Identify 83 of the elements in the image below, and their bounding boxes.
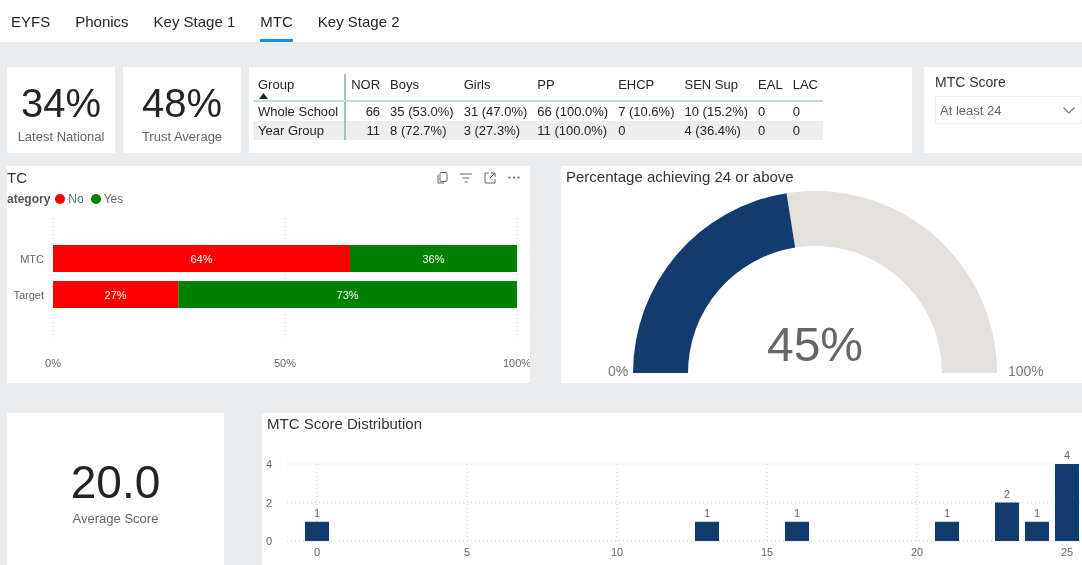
legend-label: No bbox=[68, 192, 84, 206]
table-cell: 10 (15.2%) bbox=[684, 104, 749, 119]
table-cell: 66 (100.0%) bbox=[537, 104, 609, 119]
table-cell: 35 (53.0%) bbox=[390, 104, 454, 119]
more-icon[interactable] bbox=[508, 176, 520, 179]
column-header[interactable]: Boys bbox=[390, 77, 419, 92]
axis-label: MTC bbox=[20, 253, 44, 265]
bar bbox=[785, 521, 809, 541]
chevron-down-icon bbox=[1063, 106, 1075, 114]
column-header[interactable]: LAC bbox=[792, 77, 818, 92]
tab[interactable]: Key Stage 2 bbox=[317, 0, 400, 42]
table-cell: 0 bbox=[792, 104, 800, 119]
table-cell: 7 (10.6%) bbox=[618, 104, 675, 119]
kpi-label: Trust Average bbox=[141, 128, 223, 144]
axis-label: Target bbox=[13, 289, 44, 301]
table-cell: 8 (72.7%) bbox=[390, 123, 447, 138]
tab[interactable]: Key Stage 1 bbox=[153, 0, 236, 42]
table-cell: 4 (36.4%) bbox=[684, 123, 741, 138]
data-label: 36% bbox=[422, 252, 445, 265]
axis-label: 2 bbox=[265, 496, 272, 509]
data-label: 73% bbox=[336, 288, 359, 301]
data-label: 1 bbox=[703, 506, 711, 519]
column-header[interactable]: NOR bbox=[351, 77, 381, 92]
gauge-min-label: 0% bbox=[608, 363, 629, 379]
bar bbox=[305, 521, 329, 541]
data-label: 1 bbox=[793, 506, 801, 519]
data-label: 4 bbox=[1063, 449, 1071, 461]
kpi-label: Latest National bbox=[17, 128, 105, 144]
table-cell: 66 bbox=[365, 104, 381, 119]
column-header[interactable]: PP bbox=[537, 77, 555, 92]
axis-label: 0 bbox=[265, 535, 272, 547]
axis-label: 0% bbox=[45, 357, 61, 369]
tab[interactable]: EYFS bbox=[11, 0, 51, 42]
table-cell: 0 bbox=[758, 104, 766, 119]
gauge-value: 45% bbox=[766, 318, 864, 371]
column-header[interactable]: Group bbox=[258, 77, 295, 92]
column-header[interactable]: EHCP bbox=[618, 77, 655, 92]
kpi-label: Average Score bbox=[72, 510, 159, 526]
bar bbox=[935, 521, 959, 541]
gauge-max-label: 100% bbox=[1008, 363, 1044, 379]
axis-label: 4 bbox=[265, 458, 272, 470]
bar bbox=[1025, 521, 1049, 541]
table-cell: 3 (27.3%) bbox=[463, 123, 521, 138]
copy-icon[interactable] bbox=[437, 171, 448, 184]
data-label: 2 bbox=[1003, 487, 1011, 500]
table-cell: 11 (100.0%) bbox=[537, 123, 608, 138]
legend-label: Yes bbox=[103, 192, 124, 206]
table-cell: Whole School bbox=[258, 104, 339, 119]
table-cell: Year Group bbox=[258, 123, 324, 138]
bar bbox=[695, 521, 719, 541]
column-header[interactable]: SEN Sup bbox=[684, 77, 738, 92]
axis-label: 20 bbox=[910, 546, 924, 558]
column-header[interactable]: Girls bbox=[463, 77, 491, 92]
score-dropdown[interactable]: At least 24 bbox=[935, 96, 1082, 124]
data-label: 1 bbox=[313, 506, 321, 519]
chart-title: Percentage achieving 24 or above bbox=[566, 168, 794, 185]
data-label: 27% bbox=[104, 288, 127, 301]
table-cell: 31 (47.0%) bbox=[463, 104, 528, 119]
chart-title: TC bbox=[7, 169, 27, 186]
data-label: 1 bbox=[1033, 506, 1041, 519]
bar bbox=[995, 502, 1019, 541]
axis-label: 10 bbox=[610, 546, 624, 558]
chart-title: MTC Score Distribution bbox=[267, 415, 423, 432]
kpi-value: 48% bbox=[141, 82, 223, 123]
kpi-value: 20.0 bbox=[70, 458, 161, 505]
expand-icon[interactable] bbox=[484, 171, 496, 184]
axis-label: 0 bbox=[313, 546, 321, 558]
axis-label: 100% bbox=[502, 357, 530, 369]
axis-label: 5 bbox=[463, 546, 471, 558]
legend-title: ategory bbox=[7, 192, 51, 206]
axis-label: 25 bbox=[1060, 546, 1074, 558]
axis-label: 50% bbox=[274, 357, 296, 369]
kpi-value: 34% bbox=[20, 82, 102, 123]
table-cell: 0 bbox=[792, 123, 800, 138]
slicer-title: MTC Score bbox=[935, 74, 1007, 90]
data-label: 64% bbox=[190, 252, 213, 265]
table-cell: 0 bbox=[618, 123, 626, 138]
table-cell: 0 bbox=[758, 123, 766, 138]
tab[interactable]: Phonics bbox=[75, 0, 129, 42]
axis-label: 15 bbox=[760, 546, 774, 558]
table-cell: 11 bbox=[366, 123, 381, 138]
data-label: 1 bbox=[943, 506, 951, 519]
column-header[interactable]: EAL bbox=[758, 77, 783, 92]
